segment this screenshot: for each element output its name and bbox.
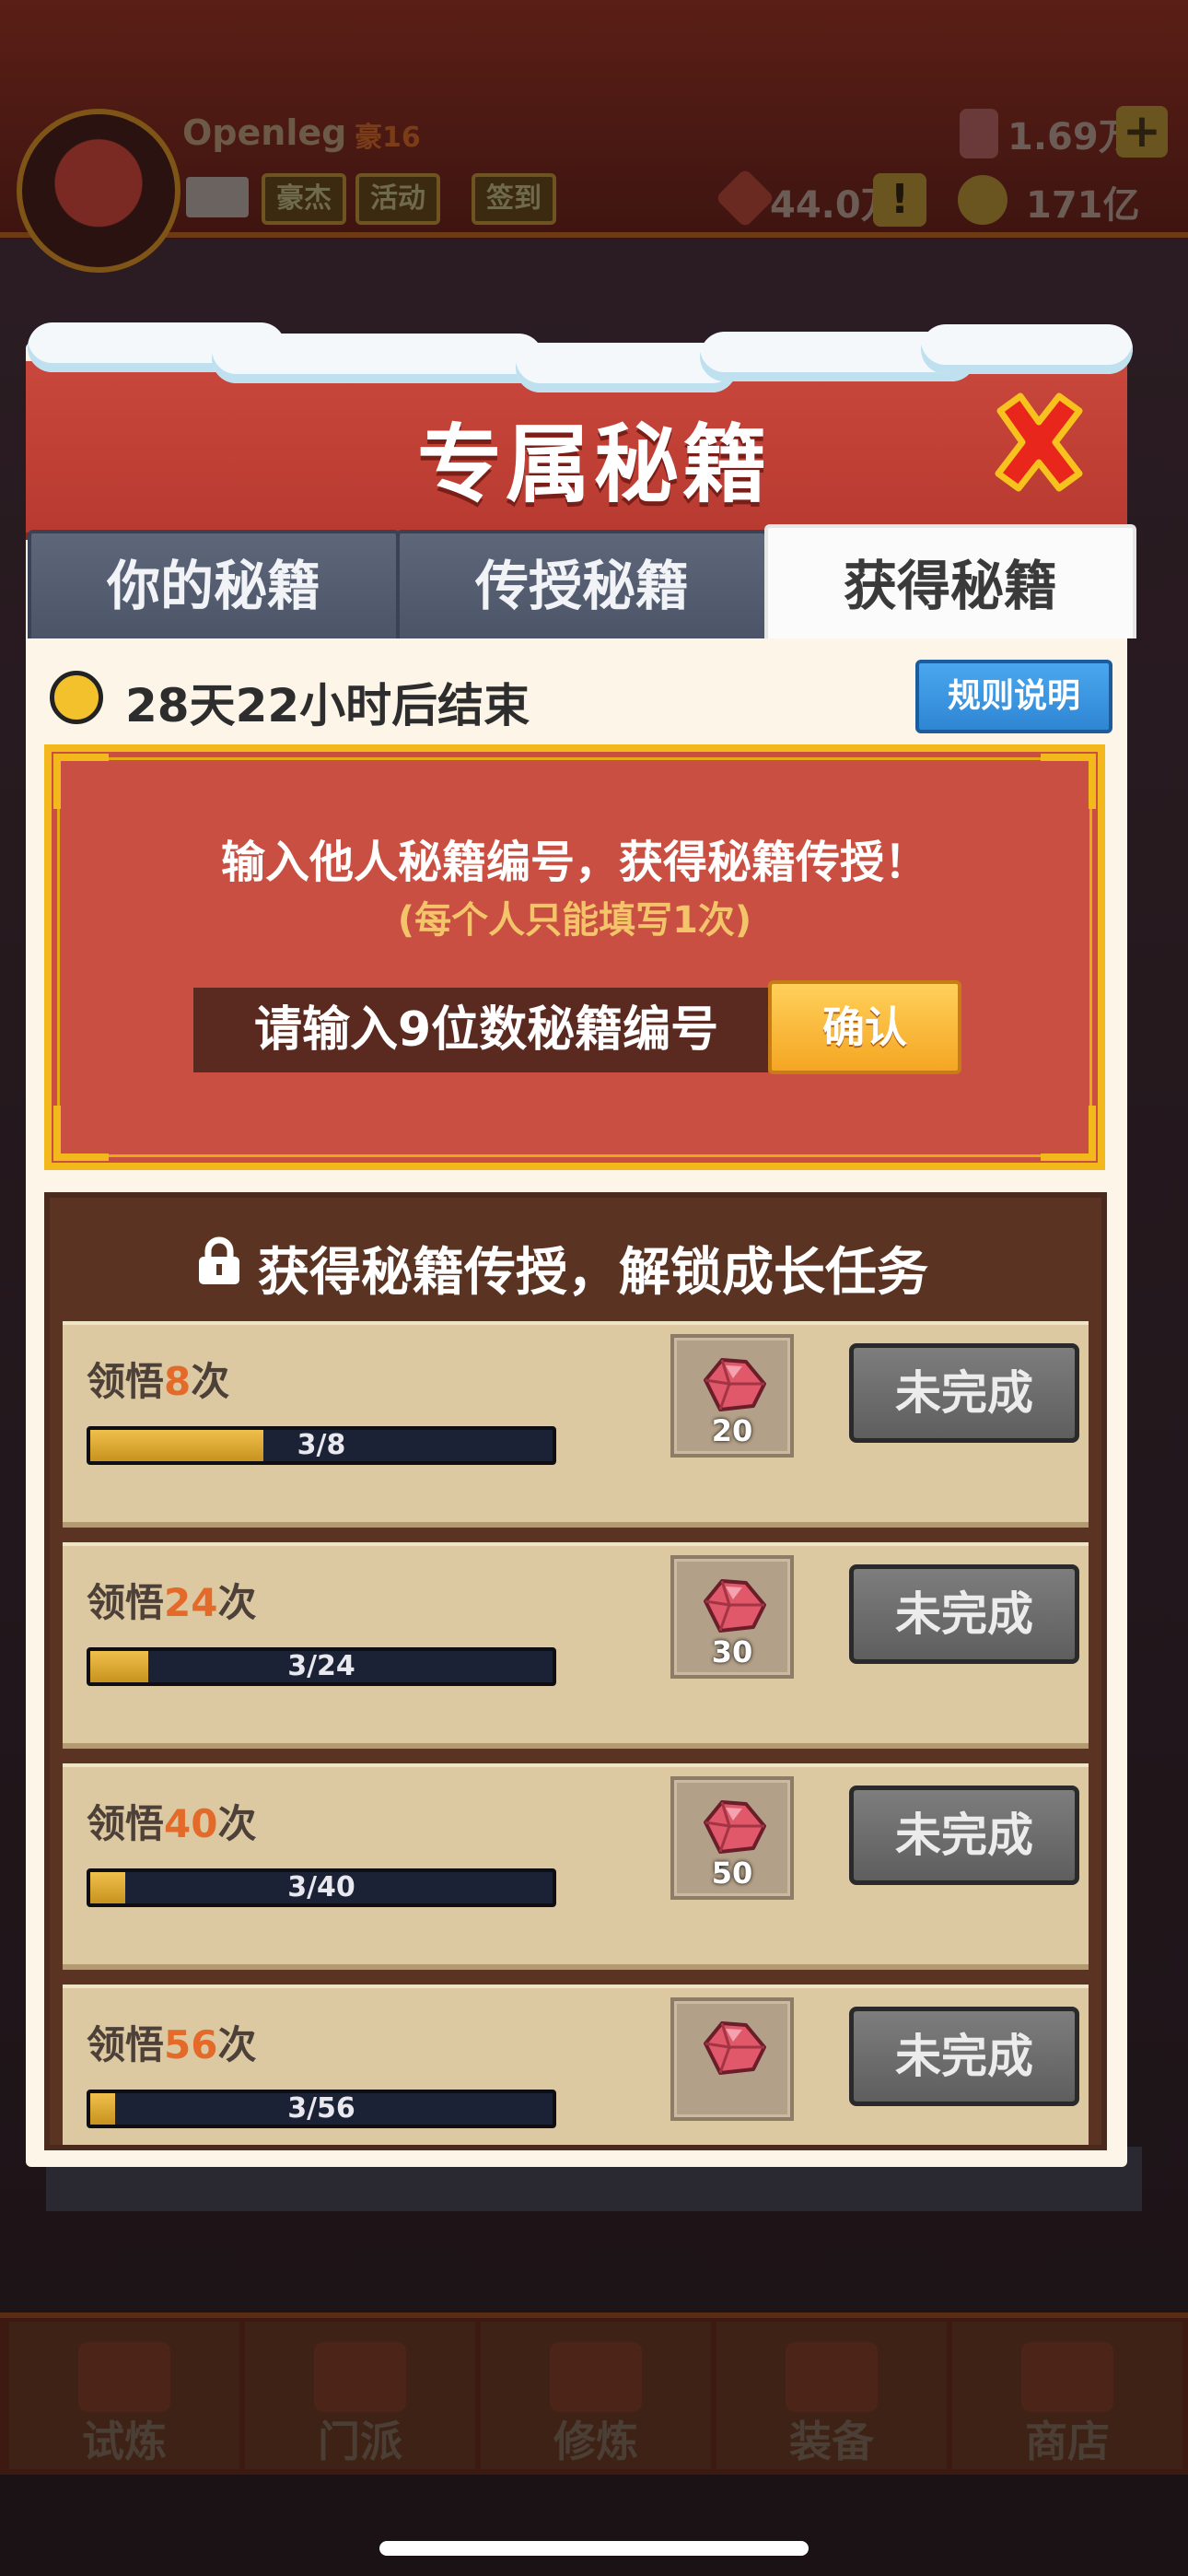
reward-count: 50 <box>711 1856 753 1891</box>
sect-icon <box>314 2342 406 2412</box>
gem-icon <box>704 1579 766 1633</box>
progress-text: 3/8 <box>297 1429 346 1461</box>
lock-icon <box>199 1236 239 1284</box>
task-suffix: 次 <box>217 2022 257 2067</box>
equipment-icon <box>786 2342 878 2412</box>
task-suffix: 次 <box>191 1359 230 1404</box>
trial-icon <box>78 2342 170 2412</box>
task-prefix: 领悟 <box>87 1801 165 1846</box>
progress-bar: 3/24 <box>87 1647 556 1686</box>
tasks-panel: 获得秘籍传授，解锁成长任务 领悟8次 3/8 20 未完成 领悟24次 3/24 <box>44 1192 1107 2150</box>
task-label: 领悟56次 <box>87 2014 256 2070</box>
heroes-button[interactable]: 豪杰 <box>262 173 346 225</box>
reward-slot[interactable]: 30 <box>670 1555 794 1679</box>
nav-shop[interactable]: 商店 <box>952 2322 1182 2469</box>
rules-button[interactable]: 规则说明 <box>915 660 1112 733</box>
nav-cultivate[interactable]: 修炼 <box>481 2322 711 2469</box>
nav-sect[interactable]: 门派 <box>245 2322 475 2469</box>
gem-icon <box>704 1358 766 1411</box>
checkin-button[interactable]: 签到 <box>472 173 556 225</box>
nav-trial[interactable]: 试炼 <box>9 2322 239 2469</box>
task-suffix: 次 <box>217 1801 257 1846</box>
progress-text: 3/56 <box>287 2092 355 2125</box>
gem-icon <box>704 2021 766 2075</box>
clock-icon <box>50 671 103 724</box>
tasks-title: 获得秘籍传授，解锁成长任务 <box>258 1243 928 1303</box>
nav-label: 商店 <box>1025 2417 1110 2466</box>
task-row: 领悟24次 3/24 30 未完成 <box>63 1542 1089 1749</box>
confirm-button[interactable]: 确认 <box>768 980 961 1074</box>
shop-icon <box>1021 2342 1113 2412</box>
task-prefix: 领悟 <box>87 2022 165 2067</box>
home-indicator[interactable] <box>379 2541 809 2556</box>
reward-slot[interactable] <box>670 1997 794 2121</box>
snow-decoration <box>212 334 543 383</box>
player-avatar[interactable] <box>17 109 181 273</box>
task-row: 领悟56次 3/56 未完成 <box>63 1985 1089 2145</box>
progress-text: 3/24 <box>287 1650 355 1682</box>
reward-slot[interactable]: 20 <box>670 1334 794 1458</box>
coins-amount: 171亿 <box>1026 184 1140 227</box>
task-row: 领悟40次 3/40 50 未完成 <box>63 1763 1089 1970</box>
nav-label: 门派 <box>318 2417 402 2466</box>
corner-ornament <box>1041 754 1096 809</box>
mail-icon[interactable] <box>186 177 249 217</box>
nav-label: 修炼 <box>553 2417 638 2466</box>
nav-equipment[interactable]: 装备 <box>716 2322 947 2469</box>
gem-icon <box>704 1800 766 1854</box>
events-button[interactable]: 活动 <box>355 173 440 225</box>
panel-subtext: (每个人只能填写1次) <box>397 899 752 942</box>
task-row: 领悟8次 3/8 20 未完成 <box>63 1321 1089 1528</box>
task-status-button[interactable]: 未完成 <box>849 1343 1079 1443</box>
tab-teach-books[interactable]: 传授秘籍 <box>396 530 768 638</box>
panel-headline: 输入他人秘籍编号，获得秘籍传授！ <box>220 837 928 888</box>
close-icon[interactable] <box>987 391 1090 494</box>
task-prefix: 领悟 <box>87 1580 165 1625</box>
add-gems-button[interactable]: + <box>1116 106 1168 158</box>
corner-ornament <box>53 1106 109 1161</box>
nav-label: 装备 <box>789 2417 874 2466</box>
task-count: 8 <box>164 1359 192 1404</box>
progress-bar: 3/8 <box>87 1426 556 1465</box>
cultivate-icon <box>550 2342 642 2412</box>
task-status-button[interactable]: 未完成 <box>849 1786 1079 1885</box>
task-label: 领悟40次 <box>87 1793 256 1849</box>
coin-icon <box>958 175 1007 225</box>
reward-count: 30 <box>711 1634 753 1669</box>
corner-ornament <box>53 754 109 809</box>
task-status-button[interactable]: 未完成 <box>849 1564 1079 1664</box>
alert-button[interactable]: ! <box>873 173 926 227</box>
code-input-panel <box>44 744 1105 1170</box>
snow-decoration <box>921 324 1133 374</box>
vip-badge: 豪16 <box>355 122 421 154</box>
task-label: 领悟8次 <box>87 1351 229 1407</box>
task-count: 56 <box>164 2022 218 2067</box>
tasks-header: 获得秘籍传授，解锁成长任务 <box>50 1198 1101 1317</box>
reward-count: 20 <box>711 1413 753 1448</box>
corner-ornament <box>1041 1106 1096 1161</box>
task-count: 40 <box>164 1801 218 1846</box>
task-suffix: 次 <box>217 1580 257 1625</box>
tab-your-books[interactable]: 你的秘籍 <box>28 530 400 638</box>
task-prefix: 领悟 <box>87 1359 165 1404</box>
gem-icon <box>960 109 998 158</box>
progress-bar: 3/56 <box>87 2090 556 2128</box>
task-label: 领悟24次 <box>87 1572 256 1628</box>
task-status-button[interactable]: 未完成 <box>849 2007 1079 2106</box>
player-name: Openleg <box>182 112 347 153</box>
reward-slot[interactable]: 50 <box>670 1776 794 1900</box>
secret-code-input[interactable] <box>193 988 768 1072</box>
nav-label: 试炼 <box>82 2417 167 2466</box>
event-timer: 28天22小时后结束 <box>125 679 530 732</box>
progress-text: 3/40 <box>287 1871 355 1903</box>
progress-bar: 3/40 <box>87 1868 556 1907</box>
tab-obtain-books[interactable]: 获得秘籍 <box>764 524 1136 638</box>
task-count: 24 <box>164 1580 218 1625</box>
